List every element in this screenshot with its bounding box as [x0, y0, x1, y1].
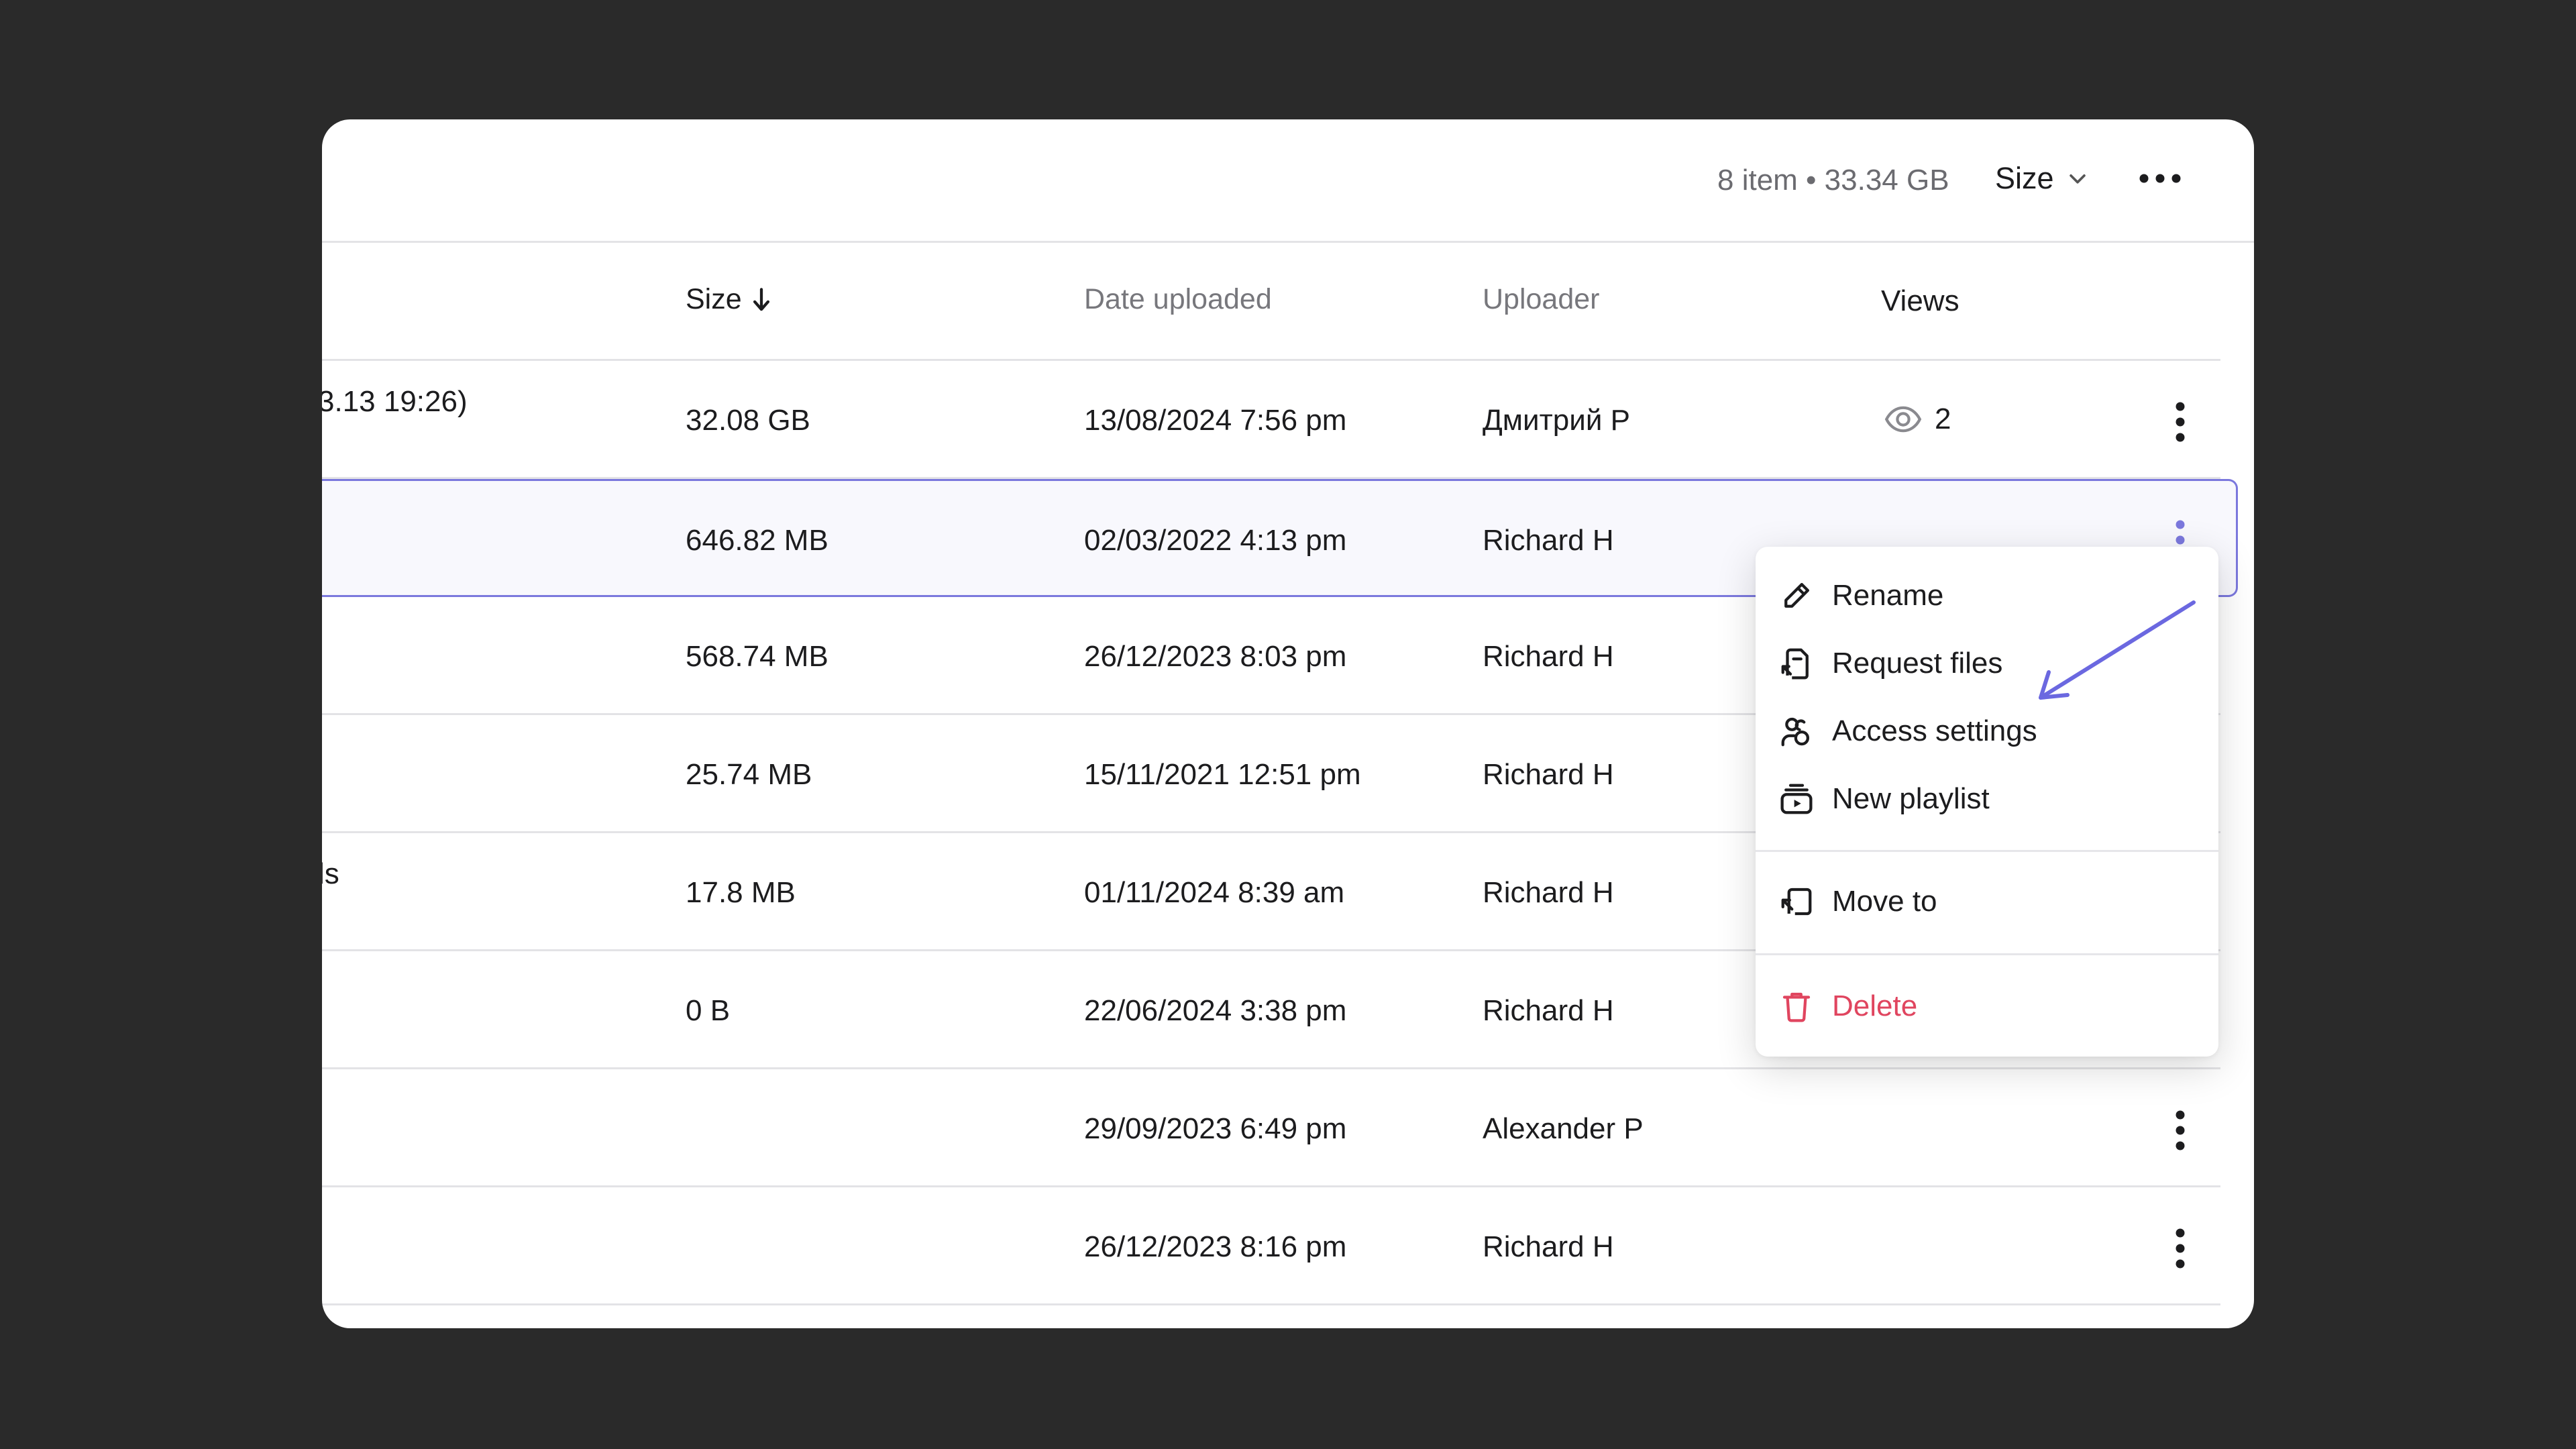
sort-dropdown-label: Size — [1995, 161, 2054, 195]
column-header-views[interactable]: Views — [1881, 284, 1960, 318]
file-size: 646.82 MB — [686, 524, 828, 557]
menu-item-new-playlist[interactable]: New playlist — [1778, 775, 1990, 822]
file-uploader: Richard H — [1483, 994, 1614, 1027]
more-vertical-icon — [2176, 402, 2185, 442]
file-date: 13/08/2024 7:56 pm — [1084, 404, 1347, 437]
arrow-down-icon — [753, 287, 769, 311]
menu-item-move-to[interactable]: Move to — [1778, 878, 1937, 925]
menu-item-label: New playlist — [1832, 782, 1990, 815]
menu-item-delete[interactable]: Delete — [1778, 983, 1917, 1030]
menu-divider — [1756, 953, 2218, 955]
file-size: 568.74 MB — [686, 640, 828, 673]
items-summary: 8 item • 33.34 GB — [1717, 164, 1949, 197]
row-actions-button[interactable] — [2160, 400, 2200, 444]
menu-item-label: Access settings — [1832, 714, 2037, 747]
views-count: 2 — [1884, 402, 1951, 436]
pencil-icon — [1784, 582, 1810, 608]
users-icon — [1781, 717, 1810, 747]
file-date: 15/11/2021 12:51 pm — [1084, 758, 1361, 791]
column-header-uploader[interactable]: Uploader — [1483, 283, 1600, 316]
more-horizontal-icon — [2139, 174, 2181, 183]
file-uploader: Richard H — [1483, 524, 1614, 557]
column-header-size[interactable]: Size — [686, 283, 773, 316]
file-uploader: Richard H — [1483, 876, 1614, 909]
playlist-icon — [1780, 784, 1813, 814]
eye-icon — [1884, 406, 1922, 433]
menu-item-label: Delete — [1832, 989, 1918, 1022]
file-uploader: Richard H — [1483, 640, 1614, 673]
annotation-arrow-icon — [2039, 600, 2196, 700]
file-date: 02/03/2022 4:13 pm — [1084, 524, 1347, 557]
table-row[interactable]: 3.13 19:26) 32.08 GB 13/08/2024 7:56 pm … — [322, 361, 2220, 479]
file-date: 29/09/2023 6:49 pm — [1084, 1112, 1347, 1145]
top-toolbar: 8 item • 33.34 GB Size — [322, 119, 2254, 243]
file-date: 22/06/2024 3:38 pm — [1084, 994, 1347, 1027]
more-vertical-icon — [2176, 1110, 2185, 1150]
column-header-date[interactable]: Date uploaded — [1084, 283, 1272, 316]
menu-item-label: Move to — [1832, 885, 1937, 918]
menu-divider — [1756, 850, 2218, 852]
sort-dropdown[interactable]: Size — [1995, 161, 2089, 196]
file-size: 25.74 MB — [686, 758, 812, 791]
file-size: 32.08 GB — [686, 404, 810, 437]
more-options-button[interactable] — [2133, 158, 2187, 199]
file-size: 0 B — [686, 994, 731, 1027]
file-uploader: Дмитрий Р — [1483, 404, 1630, 437]
views-value: 2 — [1935, 402, 1951, 435]
table-header: Size Date uploaded Uploader Views — [322, 243, 2220, 361]
menu-item-rename[interactable]: Rename — [1778, 572, 1943, 619]
more-vertical-icon — [2176, 1228, 2185, 1269]
file-uploader: Richard H — [1483, 758, 1614, 791]
menu-item-request-files[interactable]: Request files — [1778, 640, 2002, 687]
row-actions-button[interactable] — [2160, 1108, 2200, 1152]
table-row[interactable]: 26/12/2023 8:16 pm Richard H — [322, 1187, 2220, 1305]
file-uploader: Alexander P — [1483, 1112, 1644, 1145]
menu-item-label: Request files — [1832, 647, 2003, 680]
file-date: 26/12/2023 8:16 pm — [1084, 1230, 1347, 1263]
menu-item-access-settings[interactable]: Access settings — [1778, 708, 2037, 755]
chevron-down-icon — [2069, 174, 2086, 184]
column-header-size-label: Size — [686, 283, 742, 315]
file-name: 3.13 19:26) — [322, 385, 468, 418]
file-name: ls — [322, 857, 339, 890]
move-icon — [1781, 888, 1812, 916]
file-size: 17.8 MB — [686, 876, 796, 909]
table-row[interactable]: 29/09/2023 6:49 pm Alexander P — [322, 1069, 2220, 1187]
file-uploader: Richard H — [1483, 1230, 1614, 1263]
trash-icon — [1782, 992, 1811, 1022]
file-date: 01/11/2024 8:39 am — [1084, 876, 1345, 909]
row-actions-button[interactable] — [2160, 1226, 2200, 1271]
request-files-icon — [1781, 648, 1809, 680]
file-date: 26/12/2023 8:03 pm — [1084, 640, 1347, 673]
menu-item-label: Rename — [1832, 579, 1944, 612]
